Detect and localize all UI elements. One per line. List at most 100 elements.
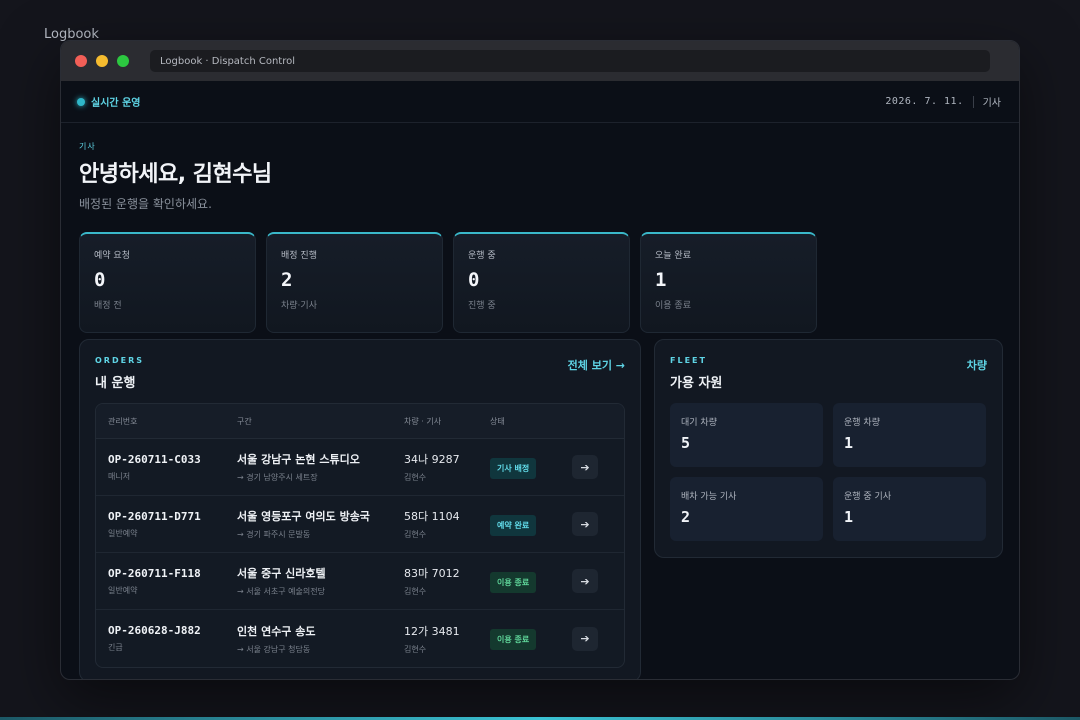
fleet-panel: FLEET 가용 자원 차량 대기 차량 5 운행 차량 1 배차 가능 기사 … — [654, 339, 1003, 558]
table-row[interactable]: OP-260711-D771 일반예약 서울 영등포구 여의도 방송국 → 경기 파… — [96, 496, 624, 553]
order-destination: → 경기 남양주시 세트장 — [237, 473, 318, 482]
divider — [972, 95, 974, 108]
orders-title: 내 운행 — [95, 376, 136, 391]
driver-name: 김현수 — [404, 473, 427, 482]
stat-label: 배정 진행 — [281, 251, 317, 261]
arrow-right-icon: ➔ — [580, 517, 590, 531]
order-id: OP-260711-D771 — [108, 509, 201, 523]
order-type: 매니저 — [108, 471, 131, 481]
stat-label: 운행 중 — [468, 251, 496, 261]
fleet-card-idle-vehicles[interactable]: 대기 차량 5 — [670, 403, 823, 467]
order-id: OP-260628-J882 — [108, 624, 201, 637]
table-row[interactable]: OP-260711-C033 매니저 서울 강남구 논현 스튜디오 → 경기 남양주… — [96, 439, 624, 496]
order-route: 서울 영등포구 여의도 방송국 — [237, 510, 370, 523]
orders-eyebrow: ORDERS — [95, 356, 144, 365]
page-title: 안녕하세요, 김현수님 — [79, 162, 272, 187]
open-order-button[interactable]: ➔ — [572, 512, 598, 536]
stat-value: 2 — [281, 269, 293, 291]
fleet-label: 배차 가능 기사 — [681, 492, 737, 502]
stat-label: 오늘 완료 — [655, 251, 691, 261]
live-status-label: 실시간 운영 — [91, 98, 141, 109]
app-window: Logbook · Dispatch Control 실시간 운영 2026. … — [60, 40, 1020, 680]
table-row[interactable]: OP-260628-J882 긴급 인천 연수구 송도 → 서울 강남구 청담동 1… — [96, 610, 624, 667]
fleet-label: 운행 중 기사 — [844, 492, 892, 502]
fleet-eyebrow: FLEET — [670, 356, 707, 365]
minimize-window-button[interactable] — [96, 55, 108, 67]
stat-sub: 차량·기사 — [281, 301, 317, 311]
open-order-button[interactable]: ➔ — [572, 569, 598, 593]
orders-panel: ORDERS 내 운행 전체 보기 → 관리번호 구간 차량 · 기사 상태 O… — [79, 339, 641, 679]
driver-name: 김현수 — [404, 587, 427, 596]
fleet-grid: 대기 차량 5 운행 차량 1 배차 가능 기사 2 운행 중 기사 1 — [670, 403, 987, 541]
user-role[interactable]: 기사 — [983, 94, 1001, 109]
main-content: 기사 안녕하세요, 김현수님 배정된 운행을 확인하세요. 예약 요청 0 배정… — [61, 123, 1019, 679]
column-header-route[interactable]: 구간 — [237, 416, 404, 427]
top-right-info: 2026. 7. 11. 기사 — [885, 94, 1001, 109]
stat-sub: 이용 종료 — [655, 301, 691, 311]
vehicle-plate: 12가 3481 — [404, 624, 460, 638]
stat-card-assigning[interactable]: 배정 진행 2 차량·기사 — [266, 232, 443, 333]
orders-table: 관리번호 구간 차량 · 기사 상태 OP-260711-C033 매니저 서울 … — [95, 403, 625, 668]
order-route: 서울 중구 신라호텔 — [237, 567, 326, 580]
stat-card-in-progress[interactable]: 운행 중 0 진행 중 — [453, 232, 630, 333]
status-badge: 기사 배정 — [490, 457, 537, 479]
fleet-card-active-drivers[interactable]: 운행 중 기사 1 — [833, 477, 986, 541]
vehicles-link[interactable]: 차량 — [967, 357, 987, 373]
close-window-button[interactable] — [75, 55, 87, 67]
column-header-id[interactable]: 관리번호 — [96, 416, 237, 427]
status-badge: 이용 종료 — [490, 629, 537, 650]
stat-label: 예약 요청 — [94, 251, 130, 261]
vehicle-plate: 83마 7012 — [404, 567, 460, 580]
fleet-label: 대기 차량 — [681, 418, 717, 428]
driver-name: 김현수 — [404, 644, 427, 654]
fleet-value: 2 — [681, 508, 691, 526]
driver-name: 김현수 — [404, 530, 427, 539]
vehicle-plate: 34나 9287 — [404, 453, 460, 466]
maximize-window-button[interactable] — [117, 55, 129, 67]
fleet-card-available-drivers[interactable]: 배차 가능 기사 2 — [670, 477, 823, 541]
fleet-value: 1 — [844, 434, 854, 452]
address-bar[interactable]: Logbook · Dispatch Control — [150, 50, 990, 72]
arrow-right-icon: ➔ — [580, 460, 590, 474]
table-header: 관리번호 구간 차량 · 기사 상태 — [96, 404, 624, 439]
stat-value: 1 — [655, 269, 667, 291]
order-id: OP-260711-C033 — [108, 452, 201, 466]
arrow-right-icon: ➔ — [580, 574, 590, 588]
fleet-label: 운행 차량 — [844, 418, 880, 428]
table-row[interactable]: OP-260711-F118 일반예약 서울 중구 신라호텔 → 서울 서초구 예술… — [96, 553, 624, 610]
column-header-status[interactable]: 상태 — [490, 416, 572, 427]
order-destination: → 서울 서초구 예술의전당 — [237, 587, 325, 596]
stat-card-completed[interactable]: 오늘 완료 1 이용 종료 — [640, 232, 817, 333]
open-order-button[interactable]: ➔ — [572, 455, 598, 479]
role-eyebrow: 기사 — [79, 142, 96, 151]
page-subtitle: 배정된 운행을 확인하세요. — [79, 197, 212, 211]
stats-row: 예약 요청 0 배정 전 배정 진행 2 차량·기사 운행 중 0 진행 중 오… — [79, 232, 1001, 333]
top-bar: 실시간 운영 2026. 7. 11. 기사 — [61, 81, 1019, 123]
fleet-value: 5 — [681, 434, 691, 452]
order-type: 일반예약 — [108, 585, 138, 595]
stat-value: 0 — [94, 269, 106, 291]
order-route: 서울 강남구 논현 스튜디오 — [237, 453, 360, 466]
live-indicator-icon — [77, 97, 85, 106]
title-bar: Logbook · Dispatch Control — [61, 41, 1019, 81]
view-all-link[interactable]: 전체 보기 → — [568, 357, 625, 373]
open-order-button[interactable]: ➔ — [572, 626, 598, 651]
arrow-right-icon: ➔ — [580, 632, 590, 645]
stat-value: 0 — [468, 269, 480, 291]
fleet-title: 가용 자원 — [670, 376, 723, 391]
current-date: 2026. 7. 11. — [885, 96, 964, 107]
fleet-card-active-vehicles[interactable]: 운행 차량 1 — [833, 403, 986, 467]
order-route: 인천 연수구 송도 — [237, 624, 316, 638]
status-badge: 예약 완료 — [490, 514, 537, 536]
stat-card-requests[interactable]: 예약 요청 0 배정 전 — [79, 232, 256, 333]
stat-sub: 배정 전 — [94, 301, 122, 311]
order-destination: → 서울 강남구 청담동 — [237, 644, 311, 654]
order-id: OP-260711-F118 — [108, 566, 201, 580]
stat-sub: 진행 중 — [468, 301, 496, 311]
column-header-vehicle[interactable]: 차량 · 기사 — [404, 416, 490, 427]
vehicle-plate: 58다 1104 — [404, 510, 460, 523]
status-badge: 이용 종료 — [490, 571, 537, 593]
fleet-value: 1 — [844, 508, 854, 526]
order-type: 일반예약 — [108, 528, 138, 538]
order-type: 긴급 — [108, 643, 123, 652]
